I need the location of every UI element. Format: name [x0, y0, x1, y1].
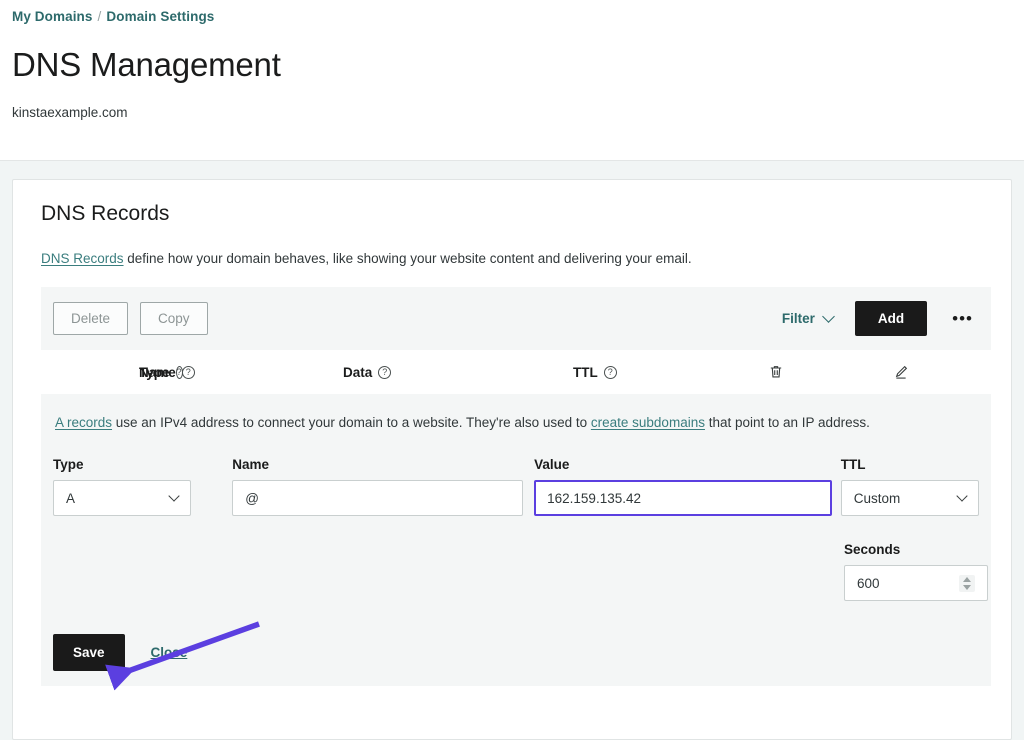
record-type-description: A records use an IPv4 address to connect…	[55, 415, 979, 430]
column-header-ttl: TTL ?	[573, 365, 713, 380]
pencil-icon	[893, 364, 909, 380]
column-header-name: Name ?	[139, 365, 343, 380]
dns-records-link[interactable]: DNS Records	[41, 251, 124, 266]
card-title: DNS Records	[41, 202, 991, 226]
dns-records-card: DNS Records DNS Records define how your …	[12, 179, 1012, 740]
breadcrumb-item-domain-settings[interactable]: Domain Settings	[106, 9, 214, 24]
value-value: 162.159.135.42	[547, 491, 641, 506]
breadcrumb: My Domains / Domain Settings	[12, 0, 1024, 24]
trash-icon	[768, 364, 784, 380]
more-options-icon[interactable]: •••	[952, 314, 973, 324]
column-label-data: Data	[343, 365, 372, 380]
delete-button[interactable]: Delete	[53, 302, 128, 335]
page-body: DNS Records DNS Records define how your …	[0, 161, 1024, 740]
breadcrumb-item-my-domains[interactable]: My Domains	[12, 9, 93, 24]
record-desc-end: that point to an IP address.	[705, 415, 870, 430]
help-icon-ttl[interactable]: ?	[604, 366, 617, 379]
toolbar-right-group: Filter Add •••	[782, 301, 973, 336]
records-table-header: Type ? Name ? Data ? TTL ?	[41, 350, 991, 394]
name-label: Name	[232, 457, 523, 472]
value-input[interactable]: 162.159.135.42	[534, 480, 832, 516]
card-description: DNS Records define how your domain behav…	[41, 251, 991, 266]
seconds-field-group: Seconds 600	[844, 542, 988, 601]
column-header-delete[interactable]	[713, 364, 838, 380]
a-records-link[interactable]: A records	[55, 415, 112, 430]
ttl-field-group: TTL Custom	[841, 457, 979, 516]
name-value: @	[245, 491, 259, 506]
save-button[interactable]: Save	[53, 634, 125, 671]
chevron-down-icon	[169, 490, 180, 501]
help-icon-data[interactable]: ?	[378, 366, 391, 379]
copy-button[interactable]: Copy	[140, 302, 208, 335]
number-stepper-icon[interactable]	[959, 575, 975, 592]
domain-name: kinstaexample.com	[12, 105, 1024, 120]
column-header-data: Data ?	[343, 365, 573, 380]
chevron-down-icon	[822, 310, 835, 323]
type-value: A	[66, 491, 75, 506]
filter-label: Filter	[782, 311, 815, 326]
seconds-input[interactable]: 600	[844, 565, 988, 601]
page: My Domains / Domain Settings DNS Managemen…	[0, 0, 1024, 740]
value-label: Value	[534, 457, 832, 472]
add-button[interactable]: Add	[855, 301, 927, 336]
type-field-group: Type A	[53, 457, 191, 516]
record-edit-panel: A records use an IPv4 address to connect…	[41, 394, 991, 686]
breadcrumb-separator: /	[98, 9, 102, 24]
seconds-label: Seconds	[844, 542, 988, 557]
help-icon-name[interactable]: ?	[182, 366, 195, 379]
filter-button[interactable]: Filter	[782, 311, 833, 326]
close-button[interactable]: Close	[151, 645, 188, 660]
records-toolbar: Delete Copy Filter Add •••	[41, 287, 991, 350]
column-header-edit[interactable]	[838, 364, 963, 380]
ttl-select[interactable]: Custom	[841, 480, 979, 516]
ttl-label: TTL	[841, 457, 979, 472]
page-title: DNS Management	[12, 46, 1024, 84]
column-header-type: Type ?	[41, 365, 139, 380]
form-actions: Save Close	[53, 634, 187, 671]
seconds-value: 600	[857, 576, 880, 591]
name-input[interactable]: @	[232, 480, 523, 516]
column-label-name: Name	[139, 365, 176, 380]
record-fields-row: Type A Name @ Value	[53, 457, 979, 516]
create-subdomains-link[interactable]: create subdomains	[591, 415, 705, 430]
type-select[interactable]: A	[53, 480, 191, 516]
stepper-down-icon[interactable]	[963, 585, 971, 590]
column-label-ttl: TTL	[573, 365, 598, 380]
ttl-value: Custom	[854, 491, 901, 506]
value-field-group: Value 162.159.135.42	[534, 457, 832, 516]
page-header: My Domains / Domain Settings DNS Managemen…	[0, 0, 1024, 161]
name-field-group: Name @	[232, 457, 523, 516]
type-label: Type	[53, 457, 191, 472]
chevron-down-icon	[956, 490, 967, 501]
card-description-text: define how your domain behaves, like sho…	[124, 251, 692, 266]
stepper-up-icon[interactable]	[963, 577, 971, 582]
record-desc-mid: use an IPv4 address to connect your doma…	[112, 415, 591, 430]
